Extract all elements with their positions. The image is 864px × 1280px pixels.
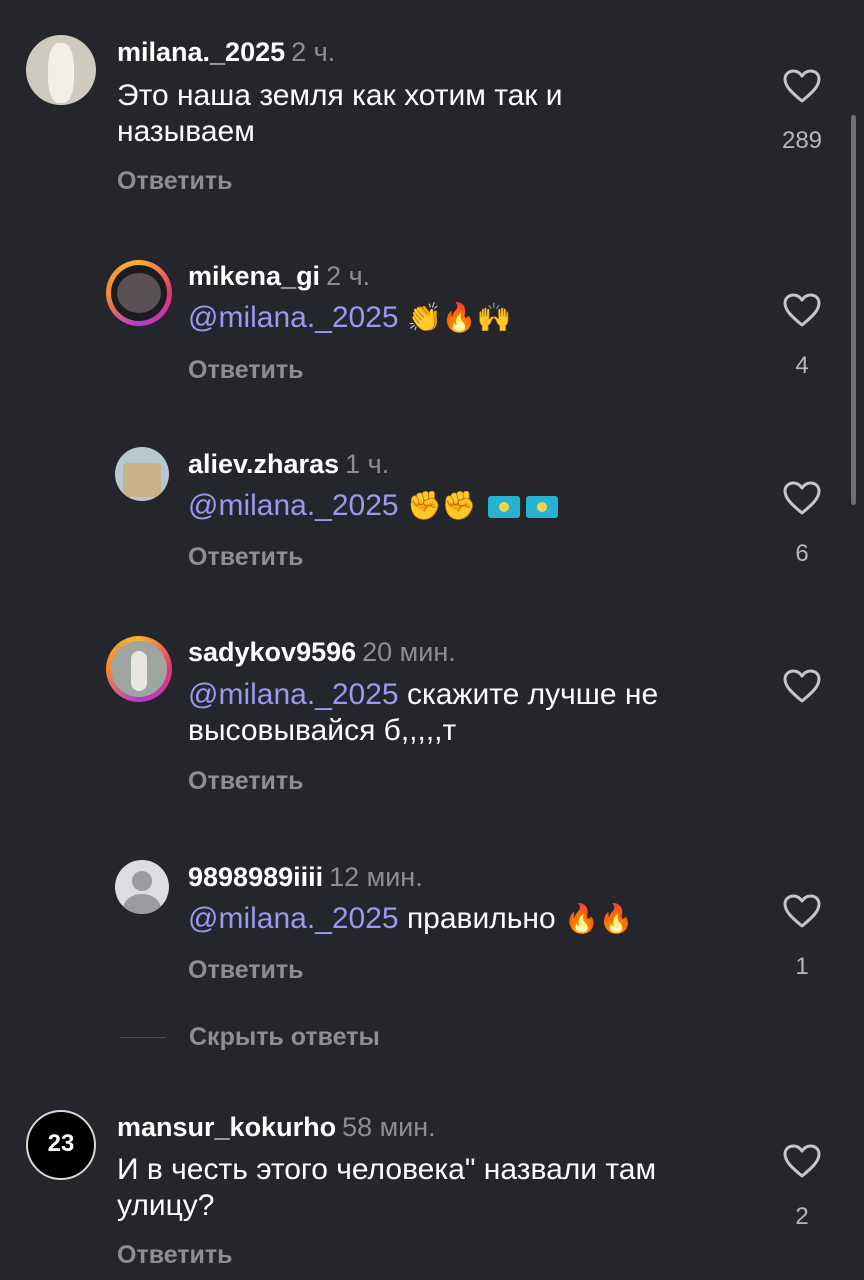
like-count: 289: [781, 127, 823, 154]
comment-text: И в честь этого человека" назвали там ул…: [117, 1153, 657, 1222]
reply-button[interactable]: Ответить: [188, 543, 304, 572]
avatar[interactable]: [115, 860, 169, 914]
username[interactable]: aliev.zharas: [188, 449, 339, 479]
reply-button[interactable]: Ответить: [188, 356, 304, 385]
scrollbar[interactable]: [851, 115, 856, 505]
comment-meta: sadykov9596 20 мин.: [188, 637, 456, 668]
avatar-logo-text: 23: [47, 1130, 75, 1157]
like-count: 6: [795, 540, 809, 567]
comment-meta: milana._2025 2 ч.: [117, 37, 335, 68]
reply-button[interactable]: Ответить: [117, 1241, 233, 1270]
timestamp: 2 ч.: [291, 37, 336, 67]
comment-meta: mansur_kokurho 58 мин.: [117, 1112, 436, 1143]
mention-link[interactable]: @milana._2025: [188, 489, 399, 522]
comment-body: правильно: [406, 902, 556, 935]
comment-text: @milana._2025 скажите лучше не высовывай…: [188, 677, 728, 749]
emoji: 👏🔥🙌: [406, 301, 512, 334]
like-count: 2: [795, 1203, 809, 1230]
like-count: 4: [795, 352, 809, 379]
heart-icon[interactable]: [782, 1143, 822, 1179]
comment-text: @milana._2025 правильно 🔥🔥: [188, 901, 788, 937]
avatar[interactable]: 23: [26, 1110, 96, 1180]
divider: [120, 1037, 166, 1038]
kazakhstan-flag-icon: [488, 496, 521, 519]
timestamp: 20 мин.: [362, 637, 456, 667]
avatar[interactable]: [106, 260, 172, 326]
kazakhstan-flag-icon: [526, 496, 559, 519]
comment-meta: mikena_gi 2 ч.: [188, 261, 370, 292]
avatar[interactable]: [115, 447, 169, 501]
mention-link[interactable]: @milana._2025: [188, 678, 399, 711]
heart-icon[interactable]: [782, 480, 822, 516]
comment-text: @milana._2025 ✊✊: [188, 488, 788, 524]
username[interactable]: mansur_kokurho: [117, 1112, 336, 1142]
comment-text: @milana._2025 👏🔥🙌: [188, 300, 788, 336]
mention-link[interactable]: @milana._2025: [188, 301, 399, 334]
comment-text: Это наша земля как хотим так и называем: [117, 79, 563, 148]
heart-icon[interactable]: [782, 292, 822, 328]
timestamp: 12 мин.: [329, 862, 423, 892]
username[interactable]: 9898989iiii: [188, 862, 323, 892]
timestamp: 58 мин.: [342, 1112, 436, 1142]
comment-meta: 9898989iiii 12 мин.: [188, 862, 423, 893]
hide-replies-button[interactable]: Скрыть ответы: [189, 1023, 380, 1052]
like-count: 1: [795, 953, 809, 980]
mention-link[interactable]: @milana._2025: [188, 902, 399, 935]
username[interactable]: sadykov9596: [188, 637, 356, 667]
reply-button[interactable]: Ответить: [188, 956, 304, 985]
timestamp: 2 ч.: [326, 261, 371, 291]
username[interactable]: milana._2025: [117, 37, 285, 67]
reply-button[interactable]: Ответить: [188, 767, 304, 796]
username[interactable]: mikena_gi: [188, 261, 320, 291]
comment-meta: aliev.zharas 1 ч.: [188, 449, 389, 480]
reply-button[interactable]: Ответить: [117, 167, 233, 196]
heart-icon[interactable]: [782, 893, 822, 929]
heart-icon[interactable]: [782, 68, 822, 104]
emoji: 🔥🔥: [563, 902, 634, 935]
heart-icon[interactable]: [782, 668, 822, 704]
emoji: ✊✊: [406, 489, 477, 522]
avatar[interactable]: [106, 636, 172, 702]
timestamp: 1 ч.: [345, 449, 390, 479]
avatar[interactable]: [26, 35, 96, 105]
